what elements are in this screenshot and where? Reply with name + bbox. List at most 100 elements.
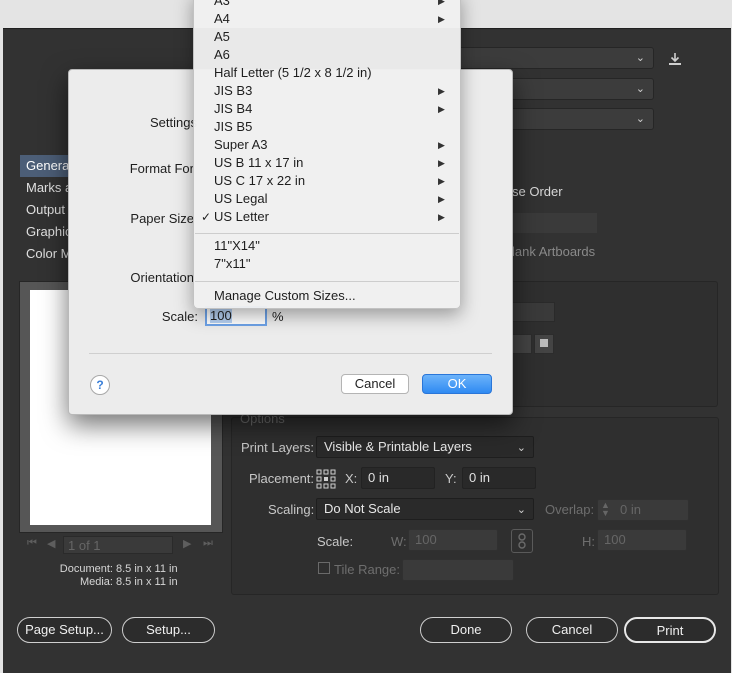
chevron-down-icon: ⌄ bbox=[635, 113, 645, 125]
menu-item-paper-size[interactable]: JIS B3 ▶ bbox=[194, 82, 460, 100]
submenu-arrow-icon: ▶ bbox=[438, 194, 445, 204]
scale-label: Scale: bbox=[317, 534, 354, 549]
paper-size-menu: A3 ▶ A4 ▶ A5 A6 Half Letter (5 1/2 x 8 1/2 in)… bbox=[193, 0, 461, 309]
menu-item-label: JIS B3 bbox=[214, 83, 253, 98]
x-field[interactable]: 0 in bbox=[361, 467, 435, 489]
submenu-arrow-icon: ▶ bbox=[438, 104, 445, 114]
submenu-arrow-icon: ▶ bbox=[438, 158, 445, 168]
placement-grid-icon[interactable] bbox=[316, 469, 336, 489]
skip-blank-artboards-label: lank Artboards bbox=[512, 244, 596, 259]
tile-range-label: Tile Range: bbox=[334, 562, 400, 577]
menu-item-label: A6 bbox=[214, 47, 230, 62]
overlap-label: Overlap: bbox=[545, 502, 595, 517]
menu-item-label: JIS B5 bbox=[214, 119, 253, 134]
menu-item-paper-size[interactable]: A3 ▶ bbox=[194, 0, 460, 10]
range-field[interactable] bbox=[511, 213, 597, 233]
submenu-arrow-icon: ▶ bbox=[438, 176, 445, 186]
menu-item-paper-size[interactable]: A5 bbox=[194, 28, 460, 46]
scale-percent-label: % bbox=[272, 309, 284, 324]
setup-button[interactable]: Setup... bbox=[122, 617, 215, 643]
next-page-icon[interactable]: ▶ bbox=[183, 537, 191, 550]
orientation-label: Orientation bbox=[130, 270, 194, 285]
chevron-down-icon: ⌄ bbox=[635, 83, 645, 95]
scaling-label: Scaling: bbox=[268, 502, 315, 517]
menu-item-paper-size[interactable]: JIS B5 bbox=[194, 118, 460, 136]
print-button[interactable]: Print bbox=[624, 617, 716, 643]
overlap-stepper-icon: ▲ ▼ bbox=[601, 500, 610, 518]
menu-item-paper-size[interactable]: Half Letter (5 1/2 x 8 1/2 in) bbox=[194, 64, 460, 82]
menu-item-label: A3 bbox=[214, 0, 230, 8]
print-layers-select[interactable]: Visible & Printable Layers ⌄ bbox=[316, 436, 534, 458]
submenu-arrow-icon: ▶ bbox=[438, 14, 445, 24]
scaling-select[interactable]: Do Not Scale ⌄ bbox=[316, 498, 534, 520]
first-page-icon[interactable]: ⏮ bbox=[27, 537, 37, 550]
tile-range-field bbox=[402, 559, 514, 581]
prev-page-icon[interactable]: ◀ bbox=[47, 537, 55, 550]
menu-item-label: US B 11 x 17 in bbox=[214, 155, 304, 170]
print-layers-label: Print Layers: bbox=[241, 440, 314, 455]
save-preset-icon[interactable] bbox=[667, 51, 683, 67]
tile-range-checkbox bbox=[318, 562, 330, 574]
chevron-down-icon: ⌄ bbox=[516, 504, 526, 516]
menu-item-paper-size[interactable]: ✓ US Letter ▶ bbox=[194, 208, 460, 226]
last-page-icon[interactable]: ⏭ bbox=[203, 537, 213, 550]
print-preset-select[interactable]: ⌄ bbox=[458, 47, 654, 69]
page-number-field[interactable]: 1 of 1 bbox=[63, 536, 173, 554]
format-for-label: Format For bbox=[129, 161, 194, 176]
checkmark-icon: ✓ bbox=[201, 210, 212, 224]
constrain-proportions-icon bbox=[511, 529, 533, 553]
orientation-portrait-icon[interactable] bbox=[512, 334, 532, 354]
manage-custom-sizes-item[interactable]: Manage Custom Sizes... bbox=[194, 287, 460, 305]
overlap-field: 0 in bbox=[597, 499, 689, 521]
menu-item-label: 11"X14" bbox=[214, 238, 260, 253]
placement-label: Placement: bbox=[249, 471, 315, 486]
media-size-label: Media: bbox=[79, 576, 113, 588]
menu-item-label: A5 bbox=[214, 29, 230, 44]
document-size-label: Document: bbox=[59, 563, 113, 575]
menu-item-label: A4 bbox=[214, 11, 230, 26]
media-size-value: 8.5 in x 11 in bbox=[116, 576, 178, 588]
document-size-value: 8.5 in x 11 in bbox=[116, 563, 178, 575]
chevron-down-icon: ⌄ bbox=[516, 442, 526, 454]
submenu-arrow-icon: ▶ bbox=[438, 86, 445, 96]
w-label: W: bbox=[391, 534, 407, 549]
height-field: 100 bbox=[597, 529, 687, 551]
menu-item-paper-size[interactable]: A4 ▶ bbox=[194, 10, 460, 28]
orientation-landscape-icon[interactable] bbox=[534, 334, 554, 354]
help-button[interactable]: ? bbox=[90, 375, 110, 395]
menu-item-custom-size[interactable]: 11"X14" bbox=[194, 237, 460, 255]
width-field: 100 bbox=[408, 529, 498, 551]
menu-item-paper-size[interactable]: A6 bbox=[194, 46, 460, 64]
scaling-value: Do Not Scale bbox=[324, 501, 401, 516]
page-setup-button[interactable]: Page Setup... bbox=[17, 617, 112, 643]
menu-item-label: Super A3 bbox=[214, 137, 268, 152]
page-setup-ok-button[interactable]: OK bbox=[422, 374, 492, 394]
y-field[interactable]: 0 in bbox=[462, 467, 536, 489]
menu-item-paper-size[interactable]: US Legal ▶ bbox=[194, 190, 460, 208]
x-label: X: bbox=[345, 471, 358, 486]
menu-item-label: US Letter bbox=[214, 209, 269, 224]
menu-item-label: Half Letter (5 1/2 x 8 1/2 in) bbox=[214, 65, 372, 80]
print-layers-value: Visible & Printable Layers bbox=[324, 439, 472, 454]
submenu-arrow-icon: ▶ bbox=[438, 212, 445, 222]
scale-value: 100 bbox=[210, 308, 232, 323]
scale-input[interactable]: 100 bbox=[205, 306, 267, 326]
paper-size-label: Paper Size bbox=[130, 211, 194, 226]
submenu-arrow-icon: ▶ bbox=[438, 0, 445, 6]
cancel-button[interactable]: Cancel bbox=[526, 617, 618, 643]
menu-separator bbox=[195, 233, 459, 234]
done-button[interactable]: Done bbox=[420, 617, 512, 643]
settings-label: Settings bbox=[150, 115, 197, 130]
media-height-field[interactable] bbox=[511, 302, 555, 322]
menu-item-label: US C 17 x 22 in bbox=[214, 173, 306, 188]
menu-item-label: 7"x11" bbox=[214, 256, 251, 271]
menu-item-paper-size[interactable]: US C 17 x 22 in ▶ bbox=[194, 172, 460, 190]
menu-item-custom-size[interactable]: 7"x11" bbox=[194, 255, 460, 273]
h-label: H: bbox=[582, 534, 595, 549]
scale-label: Scale: bbox=[161, 309, 198, 324]
menu-item-paper-size[interactable]: US B 11 x 17 in ▶ bbox=[194, 154, 460, 172]
menu-item-label: US Legal bbox=[214, 191, 268, 206]
menu-item-paper-size[interactable]: Super A3 ▶ bbox=[194, 136, 460, 154]
page-setup-cancel-button[interactable]: Cancel bbox=[341, 374, 409, 394]
menu-item-paper-size[interactable]: JIS B4 ▶ bbox=[194, 100, 460, 118]
